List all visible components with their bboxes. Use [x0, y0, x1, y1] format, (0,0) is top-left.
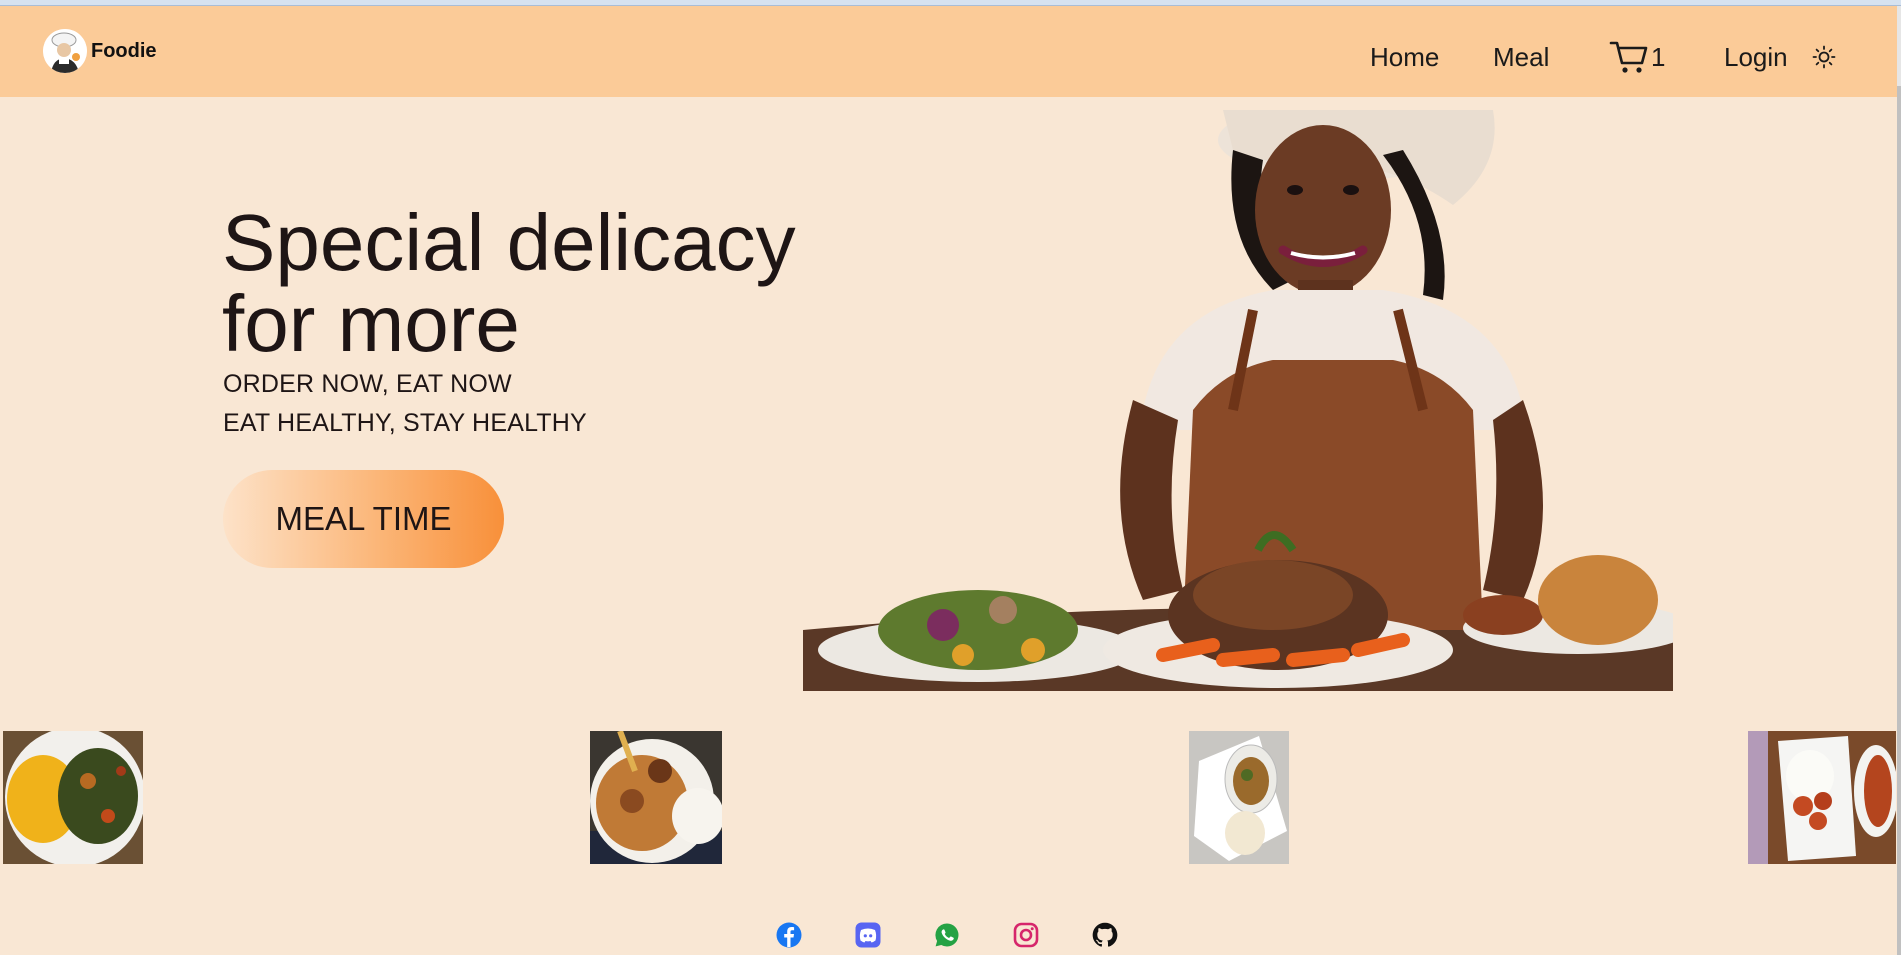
- hero-tagline-healthy: EAT HEALTHY, STAY HEALTHY: [223, 409, 587, 437]
- hero-chef-image: [803, 110, 1673, 691]
- logo[interactable]: Foodie: [43, 29, 157, 73]
- scrollbar-thumb[interactable]: [1897, 86, 1901, 955]
- theme-toggle-button[interactable]: [1812, 45, 1836, 74]
- brand-name: Foodie: [91, 39, 157, 62]
- github-link[interactable]: [1092, 922, 1118, 948]
- meal-thumbnail-1[interactable]: [3, 731, 143, 864]
- chef-logo-icon: [43, 29, 87, 73]
- meal-thumbnail-2[interactable]: [590, 731, 722, 864]
- cart-count: 1: [1651, 41, 1666, 72]
- sun-icon: [1812, 45, 1836, 69]
- nav-meal-link[interactable]: Meal: [1493, 42, 1549, 73]
- instagram-icon: [1013, 922, 1039, 948]
- social-links: [0, 922, 1897, 950]
- discord-icon: [855, 922, 881, 948]
- discord-link[interactable]: [855, 922, 881, 948]
- github-icon: [1092, 922, 1118, 947]
- instagram-link[interactable]: [1013, 922, 1039, 948]
- facebook-icon: [776, 922, 802, 948]
- hero-tagline-order: ORDER NOW, EAT NOW: [223, 370, 512, 398]
- nav-login-link[interactable]: Login: [1724, 42, 1788, 73]
- navbar: Foodie Home Meal 1 Login: [0, 6, 1897, 97]
- whatsapp-link[interactable]: [934, 922, 960, 948]
- meal-thumbnail-3[interactable]: [1189, 731, 1289, 864]
- meal-thumbnail-4[interactable]: [1748, 731, 1896, 864]
- hero-title: Special delicacy for more: [222, 198, 796, 368]
- facebook-link[interactable]: [776, 922, 802, 948]
- cart-icon: [1609, 41, 1648, 73]
- meal-time-button[interactable]: MEAL TIME: [223, 470, 504, 568]
- nav-home-link[interactable]: Home: [1370, 42, 1439, 73]
- cart-button[interactable]: 1: [1609, 39, 1665, 75]
- whatsapp-icon: [935, 923, 959, 947]
- page-scrollbar[interactable]: [1897, 6, 1901, 955]
